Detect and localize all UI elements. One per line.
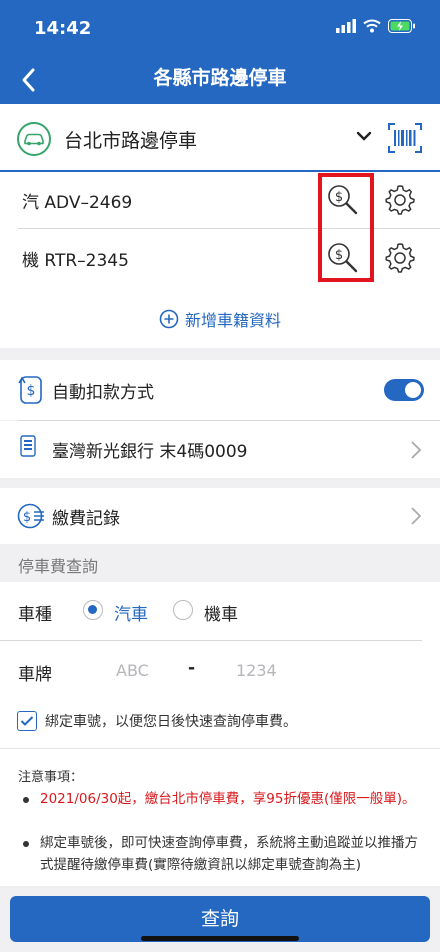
plate-dash: -	[188, 658, 196, 678]
gear-icon[interactable]	[384, 184, 416, 216]
gear-icon[interactable]	[384, 242, 416, 274]
svg-text:$: $	[27, 383, 36, 399]
bullet	[23, 841, 29, 847]
barcode-scan-icon[interactable]	[388, 122, 422, 154]
vehicle-plate: 汽 ADV–2469	[22, 193, 133, 213]
divider	[0, 640, 422, 641]
car-icon	[17, 122, 51, 156]
plate-prefix-input[interactable]: ABC	[116, 661, 149, 680]
vehicle-plate: 機 RTR–2345	[22, 251, 129, 271]
vehicle-row: 機 RTR–2345 $	[0, 230, 440, 286]
city-name: 台北市路邊停車	[64, 130, 198, 152]
plate-suffix-input[interactable]: 1234	[236, 661, 277, 680]
page-title: 各縣市路邊停車	[153, 67, 287, 89]
payment-history-row[interactable]: $ 繳費記錄	[0, 488, 440, 544]
vehicle-list: 汽 ADV–2469 $ 機 RTR–2345 $	[0, 172, 440, 290]
auto-pay-toggle[interactable]	[384, 379, 424, 401]
plate-label: 車牌	[18, 665, 52, 685]
chevron-down-icon[interactable]	[356, 130, 372, 142]
plus-circle-icon	[159, 309, 179, 329]
nav-bar: 各縣市路邊停車	[0, 56, 440, 104]
radio-scooter-label[interactable]: 機車	[204, 600, 238, 625]
bullet	[23, 797, 29, 803]
signal-icon	[336, 19, 356, 33]
chevron-right-icon	[411, 507, 422, 525]
auto-pay-row: $ 自動扣款方式	[0, 360, 440, 420]
radio-car[interactable]	[83, 600, 103, 620]
highlight-box	[318, 173, 374, 282]
query-section-title: 停車費查詢	[18, 557, 99, 576]
status-icons	[336, 19, 416, 33]
money-list-icon: $	[17, 503, 44, 529]
radio-car-label[interactable]: 汽車	[114, 600, 148, 625]
checkmark-icon	[20, 716, 34, 726]
vehicle-type-label: 車種	[18, 605, 52, 625]
bind-plate-checkbox[interactable]	[17, 711, 37, 731]
bank-row[interactable]: 臺灣新光銀行 末4碼0009	[0, 421, 440, 478]
divider	[18, 228, 440, 229]
refresh-money-icon: $	[18, 376, 42, 404]
note-item: 2021/06/30起，繳台北市停車費，享95折優惠(僅限一般單)。	[40, 791, 416, 807]
auto-pay-label: 自動扣款方式	[52, 383, 154, 403]
payment-history-label: 繳費記錄	[52, 509, 120, 529]
bank-label: 臺灣新光銀行 末4碼0009	[52, 442, 248, 462]
battery-charging-icon	[388, 19, 415, 33]
svg-text:$: $	[23, 510, 31, 525]
section-title: 停車費查詢	[0, 544, 440, 582]
bind-plate-label: 綁定車號，以便您日後快速查詢停車費。	[45, 714, 297, 730]
status-time: 14:42	[34, 18, 92, 39]
city-selector[interactable]: 台北市路邊停車	[0, 104, 440, 172]
chevron-right-icon	[411, 441, 422, 459]
add-vehicle-button[interactable]: 新增車籍資料	[0, 290, 440, 348]
bank-card-icon	[20, 435, 36, 457]
home-indicator	[141, 936, 299, 941]
wifi-icon	[363, 19, 381, 33]
note-item: 綁定車號後，即可快速查詢停車費，系統將主動追蹤並以推播方式提醒待繳停車費(實際待…	[40, 835, 418, 873]
vehicle-row: 汽 ADV–2469 $	[0, 172, 440, 228]
divider	[0, 748, 440, 749]
app-header: 14:42 各縣市路邊停車	[0, 0, 440, 104]
add-vehicle-label: 新增車籍資料	[184, 311, 281, 330]
radio-scooter[interactable]	[173, 600, 193, 620]
notes-title: 注意事項：	[18, 770, 84, 785]
status-bar: 14:42	[0, 0, 440, 56]
